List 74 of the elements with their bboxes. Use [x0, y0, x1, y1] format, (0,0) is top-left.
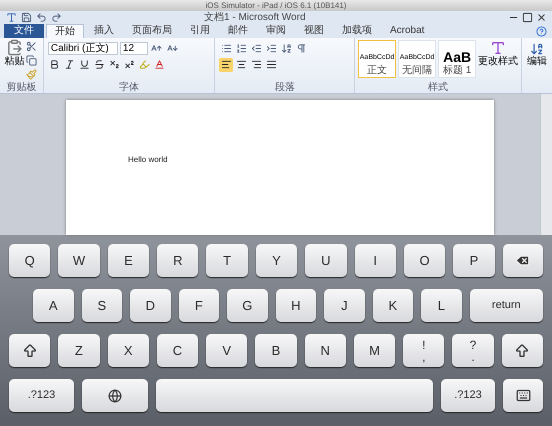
document-text[interactable]: Hello world [128, 155, 168, 164]
font-size-field[interactable]: 12 [120, 42, 148, 55]
backspace-key[interactable] [502, 244, 543, 277]
sort-icon [530, 42, 544, 56]
clipboard-icon [6, 39, 23, 56]
letter-key[interactable]: Z [58, 334, 100, 367]
letter-key[interactable]: I [354, 244, 396, 277]
ribbon-tab[interactable]: 开始 [46, 24, 84, 38]
letter-key[interactable]: K [372, 289, 414, 322]
title-bar: iOS Simulator - iPad / iOS 6.1 (10B141) [0, 0, 552, 11]
letter-key[interactable]: M [354, 334, 396, 367]
group-label: 样式 [427, 82, 450, 93]
paste-button[interactable]: 粘贴 [4, 39, 24, 67]
letter-key[interactable]: N [304, 334, 346, 367]
letter-key[interactable]: B [255, 334, 297, 367]
letter-key[interactable]: J [324, 289, 365, 322]
letter-key[interactable]: W [58, 244, 100, 277]
letter-key[interactable]: R [157, 244, 198, 277]
sort-icon[interactable] [279, 42, 294, 56]
ribbon-tab[interactable]: 视图 [296, 24, 332, 38]
punctuation-key[interactable]: ? . [452, 334, 494, 367]
keyboard-icon [516, 388, 530, 403]
ribbon-tab[interactable]: Acrobat [382, 24, 432, 38]
letter-key[interactable]: A [33, 289, 74, 322]
letter-key[interactable]: X [108, 334, 149, 367]
letter-key[interactable]: Q [9, 244, 50, 277]
numbers-key[interactable]: .?123 [9, 379, 74, 412]
letter-key[interactable]: L [421, 289, 462, 322]
hide-keyboard-key[interactable] [503, 379, 543, 412]
letter-key[interactable]: H [276, 289, 316, 322]
letter-key[interactable]: P [453, 244, 495, 277]
cut-icon[interactable] [24, 39, 38, 53]
shift-key[interactable] [502, 334, 543, 367]
maximize-icon[interactable] [520, 10, 534, 24]
letter-key[interactable]: T [206, 244, 248, 277]
letter-key[interactable]: C [156, 334, 198, 367]
shift-key[interactable] [9, 334, 50, 367]
letter-key[interactable]: S [82, 289, 122, 322]
shift-arrow-icon [514, 342, 530, 358]
letter-key[interactable]: O [404, 244, 446, 277]
editing-button[interactable]: 编辑 [527, 42, 548, 67]
font-name-field[interactable]: Calibri (正文) [48, 42, 118, 55]
letter-key[interactable]: U [305, 244, 347, 277]
ribbon-tab[interactable]: 页面布局 [124, 24, 180, 38]
window-title: 文档1 - Microsoft Word [204, 10, 306, 24]
letter-t-icon [490, 40, 506, 56]
return-key[interactable]: return [470, 289, 543, 322]
numbers-key[interactable]: .?123 [441, 379, 495, 412]
change-styles-button[interactable]: 更改样式 [478, 40, 518, 67]
shift-arrow-icon [22, 342, 38, 358]
numbered-list-icon[interactable] [234, 42, 248, 56]
letter-key[interactable]: G [227, 289, 268, 322]
help-icon[interactable] [534, 24, 548, 38]
letter-key[interactable]: E [108, 244, 150, 277]
scrollbar[interactable] [540, 94, 552, 235]
letter-key[interactable]: V [206, 334, 248, 367]
globe-icon [108, 388, 122, 402]
ribbon-tab[interactable]: 审阅 [258, 24, 294, 38]
ribbon-tab[interactable]: 加载项 [334, 24, 380, 38]
letter-key[interactable]: Y [256, 244, 298, 277]
ribbon-tab[interactable]: 邮件 [220, 24, 256, 38]
copy-icon[interactable] [24, 53, 38, 67]
ribbon-tab[interactable]: 插入 [86, 24, 122, 38]
letter-key[interactable]: F [178, 289, 220, 322]
group-label: 字体 [118, 82, 140, 93]
save-icon[interactable] [19, 10, 33, 24]
group-label: 剪贴板 [6, 82, 36, 93]
group-label: 段落 [274, 82, 296, 93]
ribbon-tab[interactable]: 文件 [4, 24, 44, 38]
letter-key[interactable]: D [130, 289, 171, 322]
punctuation-key[interactable]: ! , [403, 334, 444, 367]
ribbon-tab[interactable]: 引用 [182, 24, 218, 38]
globe-key[interactable] [82, 379, 148, 412]
style-option[interactable]: AaB 标题 1 [438, 40, 476, 78]
